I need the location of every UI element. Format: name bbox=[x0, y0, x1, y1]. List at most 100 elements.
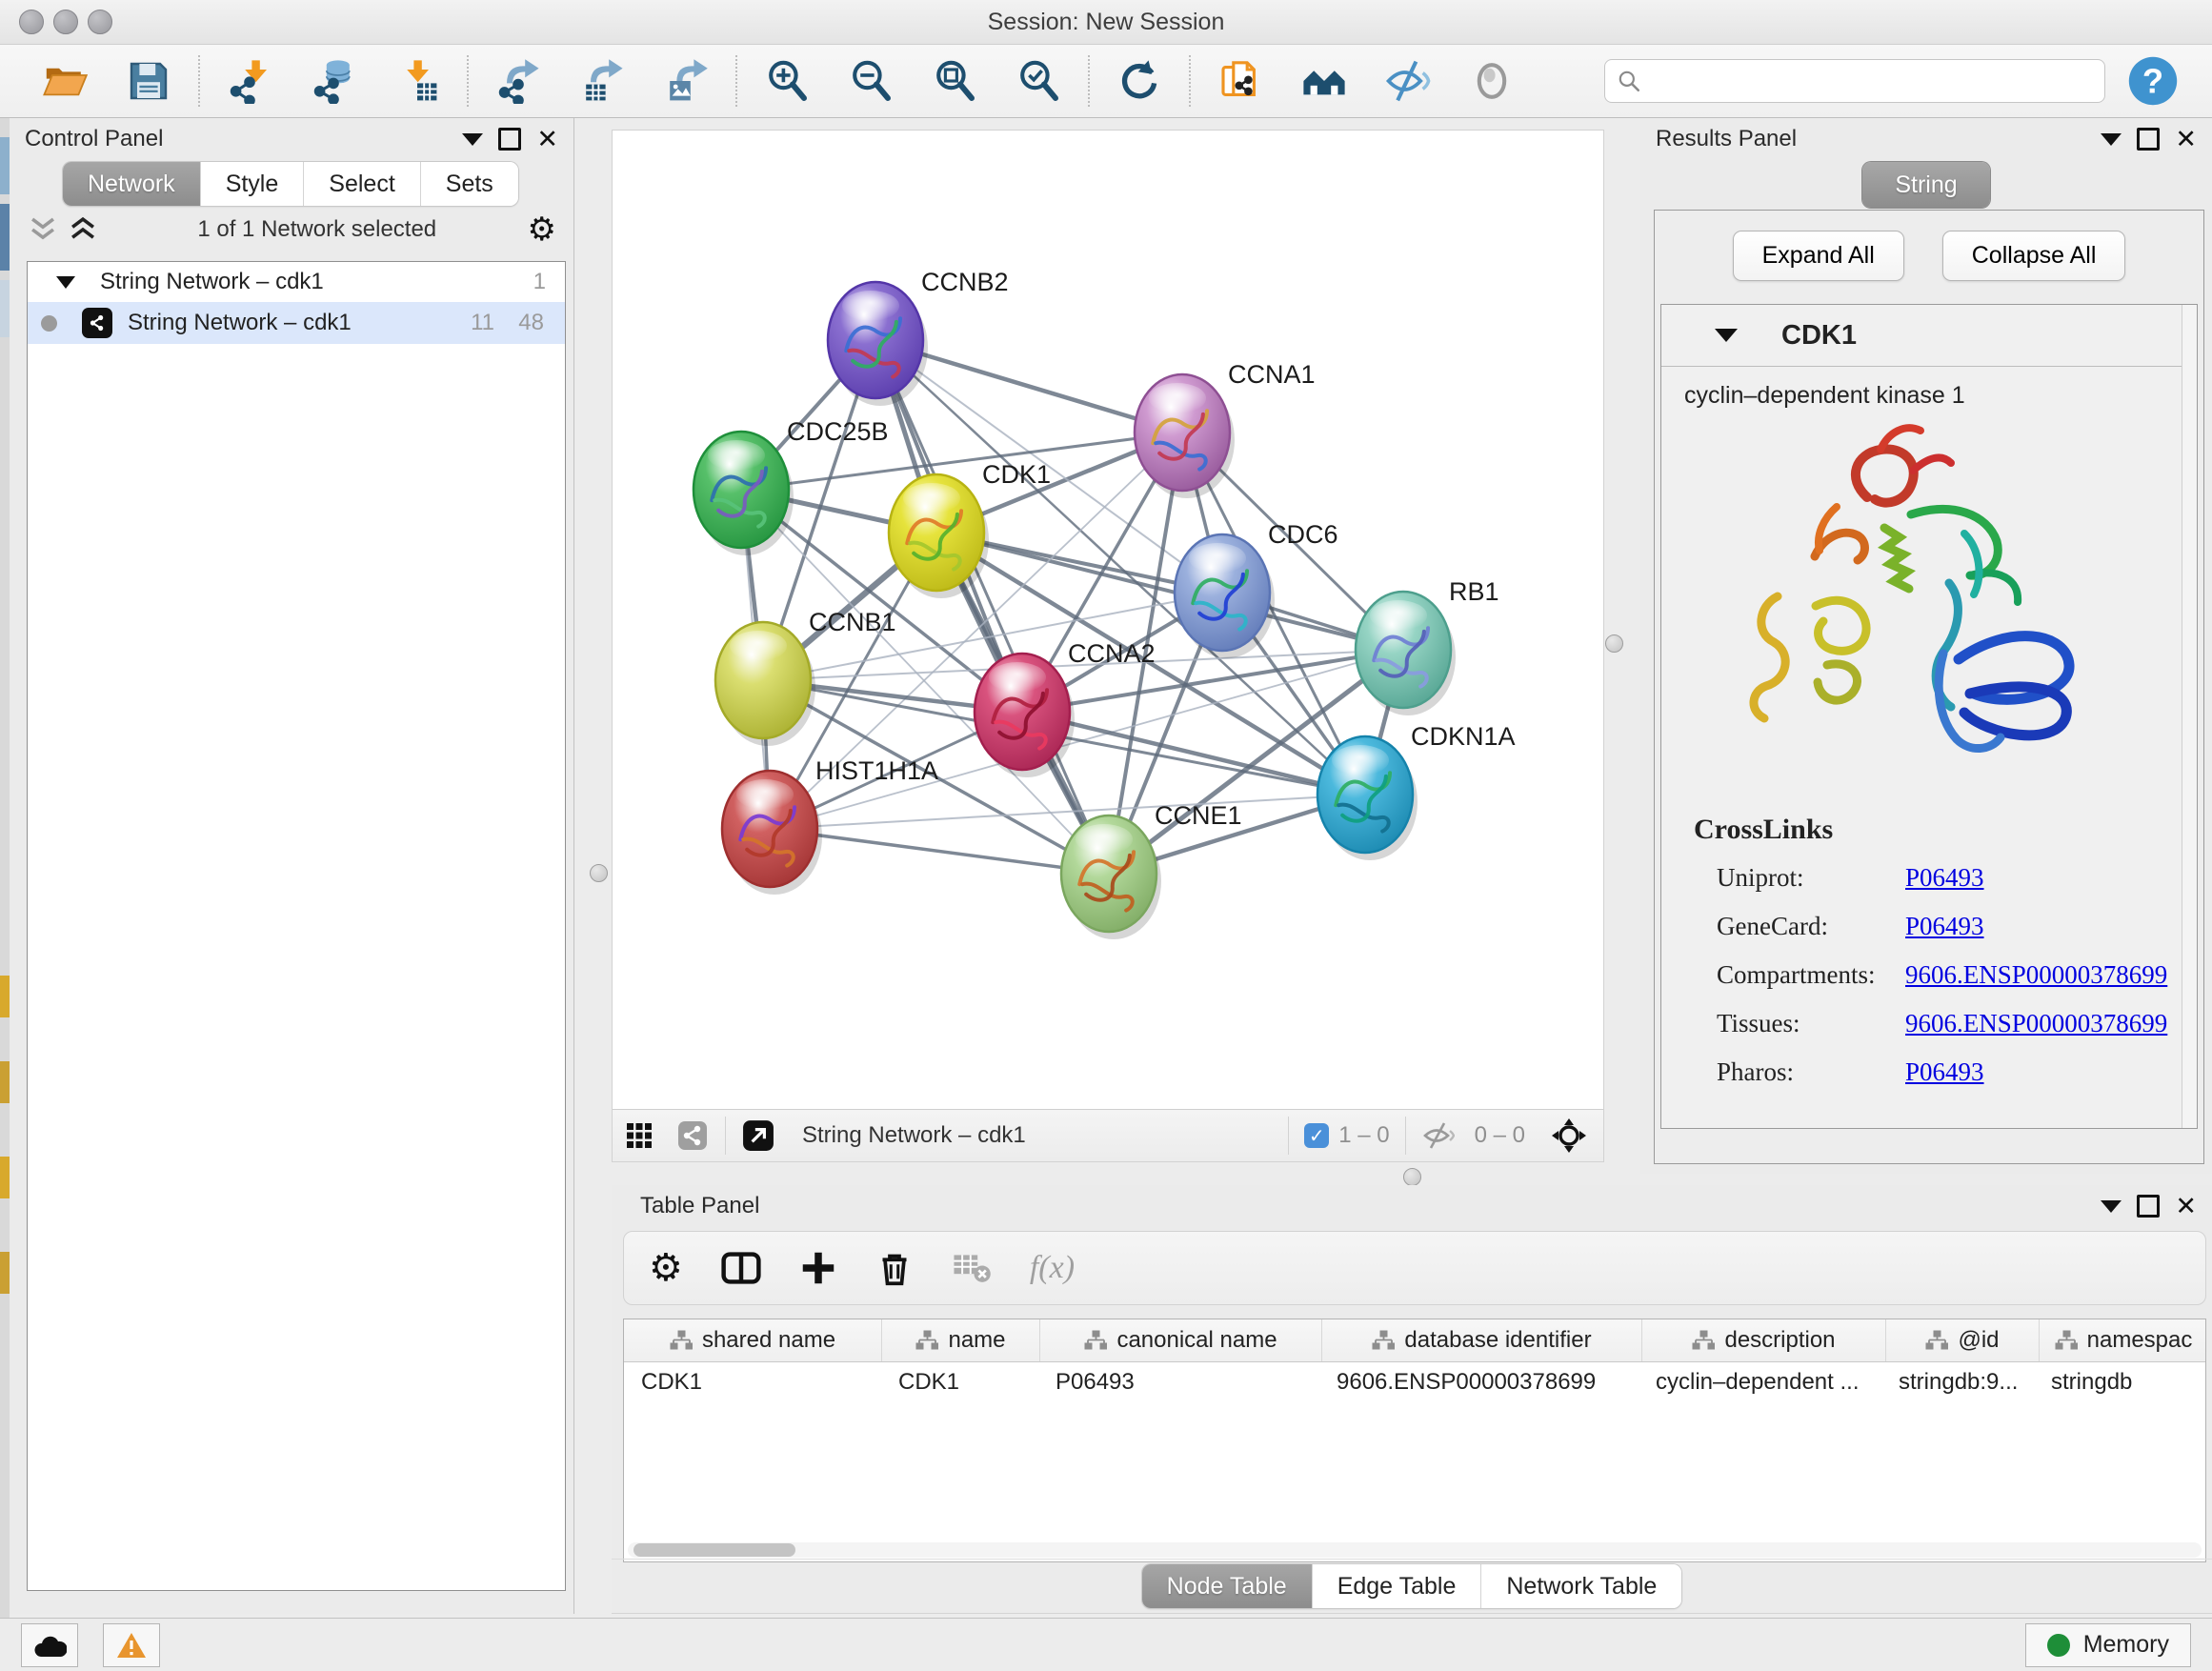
help-button[interactable]: ? bbox=[2126, 54, 2180, 108]
network-node-CCNA1[interactable]: CCNA1 bbox=[1135, 360, 1316, 498]
table-cell[interactable]: cyclin–dependent ... bbox=[1639, 1362, 1881, 1402]
table-cell[interactable]: P06493 bbox=[1038, 1362, 1319, 1402]
crosslink-value-link[interactable]: P06493 bbox=[1905, 854, 1984, 902]
table-row[interactable]: CDK1CDK1P064939606.ENSP00000378699cyclin… bbox=[624, 1362, 2205, 1402]
collapse-all-button[interactable]: Collapse All bbox=[1942, 231, 2126, 281]
tree-expand-icon[interactable] bbox=[56, 276, 75, 289]
panel-menu-icon[interactable] bbox=[2101, 1200, 2122, 1213]
tab-network[interactable]: Network bbox=[63, 162, 200, 206]
table-horizontal-scrollbar[interactable] bbox=[628, 1542, 2202, 1558]
network-share-toggle-icon[interactable] bbox=[666, 1117, 719, 1155]
import-table-button[interactable] bbox=[375, 50, 459, 111]
tab-node-table[interactable]: Node Table bbox=[1142, 1564, 1312, 1608]
panel-close-icon[interactable]: ✕ bbox=[536, 127, 558, 152]
show-eye-button[interactable] bbox=[1450, 50, 1534, 111]
entry-scrollbar[interactable] bbox=[2182, 305, 2197, 1128]
entry-header[interactable]: CDK1 bbox=[1661, 305, 2197, 367]
node-table[interactable]: shared namenamecanonical namedatabase id… bbox=[623, 1319, 2206, 1562]
memory-button[interactable]: Memory bbox=[2025, 1623, 2191, 1667]
selected-checkbox-icon[interactable]: ✓ bbox=[1304, 1123, 1329, 1148]
cloud-status-button[interactable] bbox=[21, 1623, 78, 1667]
zoom-fit-button[interactable] bbox=[913, 50, 996, 111]
zoom-in-button[interactable] bbox=[745, 50, 829, 111]
table-cell[interactable]: 9606.ENSP00000378699 bbox=[1319, 1362, 1639, 1402]
tab-network-table[interactable]: Network Table bbox=[1480, 1564, 1681, 1608]
tab-select[interactable]: Select bbox=[303, 162, 419, 206]
panel-menu-icon[interactable] bbox=[2101, 133, 2122, 146]
table-cell[interactable]: CDK1 bbox=[624, 1362, 881, 1402]
left-splitter-handle[interactable] bbox=[590, 864, 608, 882]
search-input[interactable] bbox=[1649, 67, 2093, 95]
network-node-CDC25B[interactable]: CDC25B bbox=[694, 417, 889, 555]
open-session-button[interactable] bbox=[23, 50, 107, 111]
table-cell[interactable]: stringdb:9... bbox=[1881, 1362, 2034, 1402]
clone-network-button[interactable] bbox=[1198, 50, 1282, 111]
tab-style[interactable]: Style bbox=[200, 162, 304, 206]
column-header-shared-name[interactable]: shared name bbox=[624, 1319, 882, 1361]
table-options-gear-icon[interactable]: ⚙ bbox=[649, 1249, 683, 1287]
entry-collapse-icon[interactable] bbox=[1715, 329, 1738, 342]
refresh-button[interactable] bbox=[1097, 50, 1181, 111]
network-selected-status: 1 of 1 Network selected bbox=[107, 216, 528, 243]
show-columns-icon[interactable] bbox=[721, 1248, 761, 1288]
crosslink-value-link[interactable]: 9606.ENSP00000378699 bbox=[1905, 999, 2167, 1048]
table-cell[interactable]: CDK1 bbox=[881, 1362, 1038, 1402]
crosslink-value-link[interactable]: P06493 bbox=[1905, 902, 1984, 951]
column-header-database-identifier[interactable]: database identifier bbox=[1322, 1319, 1642, 1361]
add-column-icon[interactable] bbox=[799, 1249, 837, 1287]
save-session-button[interactable] bbox=[107, 50, 191, 111]
crosslink-value-link[interactable]: 9606.ENSP00000378699 bbox=[1905, 951, 2167, 999]
column-header--id[interactable]: @id bbox=[1886, 1319, 2040, 1361]
show-all-networks-button[interactable] bbox=[1282, 50, 1366, 111]
column-header-namespac[interactable]: namespac bbox=[2040, 1319, 2206, 1361]
tab-edge-table[interactable]: Edge Table bbox=[1312, 1564, 1481, 1608]
bottom-splitter-handle[interactable] bbox=[1403, 1168, 1421, 1186]
export-image-button[interactable] bbox=[644, 50, 728, 111]
hide-selected-button[interactable] bbox=[1366, 50, 1450, 111]
delete-column-trash-icon[interactable] bbox=[875, 1249, 914, 1287]
export-network-button[interactable] bbox=[476, 50, 560, 111]
table-cell[interactable]: stringdb bbox=[2034, 1362, 2202, 1402]
panel-close-icon[interactable]: ✕ bbox=[2175, 127, 2197, 152]
fit-content-crosshair-icon[interactable] bbox=[1542, 1117, 1596, 1155]
panel-float-icon[interactable] bbox=[2137, 128, 2160, 151]
collapse-all-icon[interactable] bbox=[27, 215, 59, 244]
network-view[interactable]: CCNB2CCNA1CDC25BCDK1CDC6RB1CCNB1CCNA2CDK… bbox=[612, 130, 1604, 1162]
network-node-CDC6[interactable]: CDC6 bbox=[1175, 520, 1338, 658]
import-network-button[interactable] bbox=[208, 50, 292, 111]
panel-float-icon[interactable] bbox=[498, 128, 521, 151]
network-collection-row[interactable]: String Network – cdk1 1 bbox=[28, 262, 565, 302]
network-node-CCNE1[interactable]: CCNE1 bbox=[1061, 801, 1242, 939]
expand-all-button[interactable]: Expand All bbox=[1733, 231, 1904, 281]
network-view-title: String Network – cdk1 bbox=[802, 1122, 1282, 1149]
column-header-description[interactable]: description bbox=[1642, 1319, 1886, 1361]
warnings-button[interactable] bbox=[103, 1623, 160, 1667]
scrollbar-thumb[interactable] bbox=[633, 1543, 795, 1557]
network-canvas[interactable]: CCNB2CCNA1CDC25BCDK1CDC6RB1CCNB1CCNA2CDK… bbox=[613, 131, 1601, 1108]
search-box[interactable] bbox=[1604, 59, 2105, 103]
birdseye-grid-icon[interactable] bbox=[613, 1117, 666, 1155]
network-node-CDKN1A[interactable]: CDKN1A bbox=[1317, 722, 1516, 860]
network-node-CCNB1[interactable]: CCNB1 bbox=[715, 608, 896, 746]
network-node-RB1[interactable]: RB1 bbox=[1356, 577, 1499, 715]
crosslink-value-link[interactable]: P06493 bbox=[1905, 1048, 1984, 1097]
network-node-CDK1[interactable]: CDK1 bbox=[889, 460, 1051, 598]
panel-close-icon[interactable]: ✕ bbox=[2175, 1194, 2197, 1219]
panel-float-icon[interactable] bbox=[2137, 1195, 2160, 1218]
export-table-button[interactable] bbox=[560, 50, 644, 111]
tab-sets[interactable]: Sets bbox=[420, 162, 518, 206]
detach-view-icon[interactable] bbox=[732, 1117, 785, 1155]
network-node-CCNB2[interactable]: CCNB2 bbox=[828, 268, 1009, 406]
column-header-canonical-name[interactable]: canonical name bbox=[1040, 1319, 1322, 1361]
import-network-from-database-button[interactable] bbox=[292, 50, 375, 111]
tab-string[interactable]: String bbox=[1862, 162, 1989, 208]
zoom-selected-button[interactable] bbox=[996, 50, 1080, 111]
network-options-gear-icon[interactable]: ⚙ bbox=[528, 213, 556, 246]
node-label-CCNB2: CCNB2 bbox=[921, 268, 1009, 296]
zoom-out-button[interactable] bbox=[829, 50, 913, 111]
network-row-selected[interactable]: String Network – cdk1 11 48 bbox=[28, 302, 565, 344]
panel-menu-icon[interactable] bbox=[462, 133, 483, 146]
column-header-name[interactable]: name bbox=[882, 1319, 1040, 1361]
right-splitter-handle[interactable] bbox=[1605, 634, 1623, 653]
expand-all-icon[interactable] bbox=[67, 215, 99, 244]
